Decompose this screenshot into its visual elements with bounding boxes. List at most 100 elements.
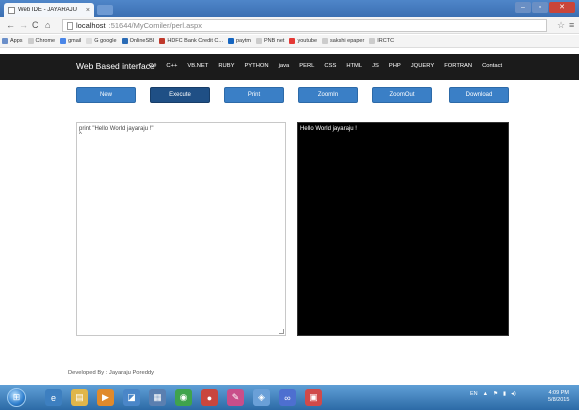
zoomout-button[interactable]: ZoomOut xyxy=(372,87,432,103)
url-path: :51644/MyComiler/perl.aspx xyxy=(108,21,202,30)
address-bar: ← → C ⌂ localhost :51644/MyComiler/perl.… xyxy=(0,17,579,34)
execute-button[interactable]: Execute xyxy=(150,87,210,103)
nav-link-jquery[interactable]: JQUERY xyxy=(411,63,434,69)
bookmark-item[interactable]: paytm xyxy=(227,38,251,44)
maximize-icon[interactable]: ▫ xyxy=(532,2,548,13)
page-favicon-icon xyxy=(8,6,15,14)
bookmark-item[interactable]: G google xyxy=(86,38,117,44)
new-tab-button[interactable] xyxy=(97,5,113,15)
nav-link-css[interactable]: CSS xyxy=(324,63,336,69)
bookmark-item[interactable]: IRCTC xyxy=(369,38,394,44)
flag-icon[interactable]: ⚑ xyxy=(493,391,498,397)
bookmark-label: paytm xyxy=(235,38,251,44)
page-icon xyxy=(67,21,73,30)
output-panel: Hello World jayaraju ! xyxy=(297,122,509,336)
bookmark-icon xyxy=(86,38,93,44)
network-app-icon[interactable]: ∞ xyxy=(279,389,296,406)
output-text: Hello World jayaraju ! xyxy=(300,126,357,132)
bookmark-item[interactable]: PNB net xyxy=(255,38,285,44)
zoomin-button[interactable]: ZoomIn xyxy=(298,87,358,103)
home-icon[interactable]: ⌂ xyxy=(45,19,50,31)
app-icon[interactable]: ◈ xyxy=(253,389,270,406)
download-button[interactable]: Download xyxy=(449,87,509,103)
bookmark-label: youtube xyxy=(297,38,318,44)
reload-icon[interactable]: C xyxy=(32,19,39,31)
bookmark-icon xyxy=(2,38,8,44)
system-tray: EN ▲ ⚑ ▮ ◂) xyxy=(470,391,516,397)
nav-link-ruby[interactable]: RUBY xyxy=(218,63,234,69)
chrome-icon[interactable]: ◉ xyxy=(175,389,192,406)
bookmark-item[interactable]: Chrome xyxy=(27,38,56,44)
bookmark-label: Chrome xyxy=(35,38,56,44)
url-input[interactable]: localhost :51644/MyComiler/perl.aspx xyxy=(62,19,547,32)
bookmark-star-icon[interactable]: ☆ xyxy=(557,20,565,31)
bookmark-icon xyxy=(289,38,296,44)
bookmark-icon xyxy=(159,38,166,44)
nav-link-c[interactable]: C++ xyxy=(166,63,177,69)
browser-titlebar: Web IDE - JAYARAJU × – ▫ ✕ xyxy=(0,0,579,17)
clock-time: 4:09 PM xyxy=(548,390,569,396)
volume-icon[interactable]: ◂) xyxy=(511,391,516,397)
nav-link-python[interactable]: PYTHON xyxy=(244,63,268,69)
bookmark-label: OnlineSBI xyxy=(129,38,155,44)
nav-link-vb-net[interactable]: VB.NET xyxy=(187,63,208,69)
nav-link-contact[interactable]: Contact xyxy=(482,63,502,69)
tab-title: Web IDE - JAYARAJU xyxy=(18,7,78,13)
nav-link-html[interactable]: HTML xyxy=(346,63,362,69)
bookmark-item[interactable]: OnlineSBI xyxy=(121,38,155,44)
site-brand[interactable]: Web Based interface xyxy=(76,61,155,71)
bookmark-icon xyxy=(369,38,376,44)
back-icon[interactable]: ← xyxy=(6,19,15,31)
editor-cursor: ^ xyxy=(79,132,82,138)
bookmark-icon xyxy=(255,38,262,44)
visual-studio-icon[interactable]: ◪ xyxy=(123,389,140,406)
url-host: localhost xyxy=(76,21,106,30)
document-icon[interactable]: ▦ xyxy=(149,389,166,406)
site-navbar: Web Based interface C# C++ VB.NET RUBY PYTHO… xyxy=(0,54,579,80)
bookmark-label: Apps xyxy=(10,38,23,44)
bookmarks-bar: Apps Chrome gmail G google OnlineSBI HDFC Ban… xyxy=(0,35,579,48)
bookmark-icon xyxy=(227,38,234,44)
bookmark-label: PNB net xyxy=(263,38,285,44)
tab-close-icon[interactable]: × xyxy=(86,7,90,14)
nav-link-js[interactable]: JS xyxy=(372,63,379,69)
close-window-icon[interactable]: ✕ xyxy=(549,2,575,13)
window-controls: – ▫ ✕ xyxy=(515,2,575,13)
nav-link-fortran[interactable]: FORTRAN xyxy=(444,63,472,69)
explorer-folder-icon[interactable]: ▤ xyxy=(71,389,88,406)
paint-icon[interactable]: ✎ xyxy=(227,389,244,406)
bookmark-icon xyxy=(121,38,128,44)
browser-menu-icon[interactable]: ≡ xyxy=(569,20,574,30)
network-icon[interactable]: ▮ xyxy=(503,391,506,397)
pdf-icon[interactable]: ▣ xyxy=(305,389,322,406)
minimize-icon[interactable]: – xyxy=(515,2,531,13)
browser-tab[interactable]: Web IDE - JAYARAJU × xyxy=(4,3,94,17)
language-indicator[interactable]: EN xyxy=(470,391,478,397)
bookmark-label: IRCTC xyxy=(377,38,395,44)
print-button[interactable]: Print xyxy=(224,87,284,103)
media-icon[interactable]: ● xyxy=(201,389,218,406)
taskbar: ⊞ e ▤ ▶ ◪ ▦ ◉ ● ✎ ◈ ∞ ▣ EN ▲ ⚑ ▮ ◂) 4:09… xyxy=(0,385,579,410)
system-clock[interactable]: 4:09 PM 5/8/2015 xyxy=(548,390,569,404)
nav-link-c[interactable]: C# xyxy=(149,63,156,69)
resize-handle-icon[interactable] xyxy=(279,329,284,334)
bookmark-label: gmail xyxy=(68,38,82,44)
bookmark-item[interactable]: gmail xyxy=(60,38,81,44)
bookmark-item[interactable]: HDFC Bank Credit C... xyxy=(159,38,223,44)
new-button[interactable]: New xyxy=(76,87,136,103)
media-player-icon[interactable]: ▶ xyxy=(97,389,114,406)
bookmark-icon xyxy=(322,38,329,44)
bookmark-icon xyxy=(27,38,34,44)
bookmark-item[interactable]: Apps xyxy=(2,38,23,44)
bookmark-item[interactable]: sakshi epaper xyxy=(322,38,364,44)
tray-arrow-icon[interactable]: ▲ xyxy=(483,391,488,397)
nav-link-perl[interactable]: PERL xyxy=(299,63,314,69)
bookmark-item[interactable]: youtube xyxy=(289,38,317,44)
ie-icon[interactable]: e xyxy=(45,389,62,406)
bookmark-label: G google xyxy=(94,38,117,44)
forward-icon[interactable]: → xyxy=(19,19,28,31)
start-button[interactable]: ⊞ xyxy=(7,388,26,407)
nav-link-java[interactable]: java xyxy=(279,63,290,69)
code-editor[interactable]: print "Hello World jayaraju !" ^ xyxy=(76,122,286,336)
nav-link-php[interactable]: PHP xyxy=(389,63,401,69)
